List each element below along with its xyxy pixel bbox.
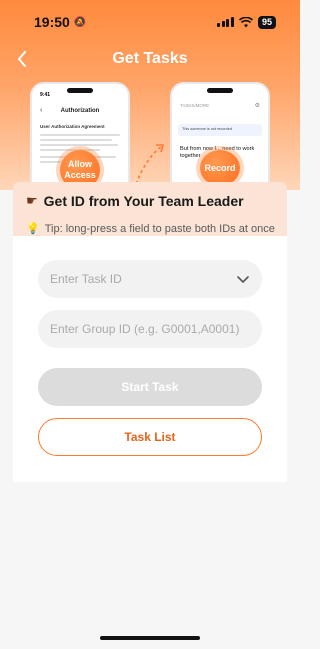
chevron-down-icon [237, 276, 249, 284]
mini-heading: User Authorization Agreement [40, 124, 105, 129]
tip-row: 💡 Tip: long-press a field to paste both … [26, 222, 275, 236]
status-bar: 19:50 🔕 95 [0, 0, 300, 44]
status-indicators: 95 [217, 15, 276, 29]
battery-indicator: 95 [257, 15, 276, 29]
dashed-arrow-icon [135, 144, 165, 185]
task-id-select[interactable]: Enter Task ID [38, 260, 262, 298]
task-list-button[interactable]: Task List [38, 418, 262, 456]
clock: 19:50 [34, 14, 70, 30]
home-indicator [100, 636, 200, 640]
point-right-icon: ☛ [26, 193, 38, 208]
tip-text: Tip: long-press a field to paste both ID… [44, 222, 275, 235]
bell-off-icon: 🔕 [73, 16, 87, 28]
signal-icon [217, 17, 234, 27]
record-bubble: Record [200, 150, 240, 186]
back-button[interactable] [12, 48, 32, 70]
section-title: Get ID from Your Team Leader [43, 193, 244, 209]
mini-text-line [40, 149, 100, 151]
wifi-icon [238, 16, 253, 27]
mini-text-line [40, 139, 112, 141]
nav-bar: Get Tasks [0, 44, 300, 74]
section-header: ☛ Get ID from Your Team Leader [26, 193, 244, 209]
mini-text-line [40, 134, 120, 136]
page-title: Get Tasks [112, 50, 188, 67]
status-time: 19:50 🔕 [34, 14, 86, 30]
mini-text-line [40, 144, 118, 146]
task-id-placeholder: Enter Task ID [50, 272, 122, 286]
gear-icon: ⚙ [254, 103, 260, 109]
mini-search: TASKS/MORE [180, 103, 210, 108]
chevron-left-icon [17, 51, 26, 67]
mini-title: Authorization [60, 108, 100, 114]
phone-notch [67, 88, 93, 93]
mini-time: 9:41 [40, 92, 51, 98]
mini-banner: This someone is not recorded [178, 124, 262, 136]
phone-notch [207, 88, 233, 93]
lightbulb-icon: 💡 [26, 223, 40, 235]
group-id-input[interactable] [38, 310, 262, 348]
start-task-button[interactable]: Start Task [38, 368, 262, 406]
